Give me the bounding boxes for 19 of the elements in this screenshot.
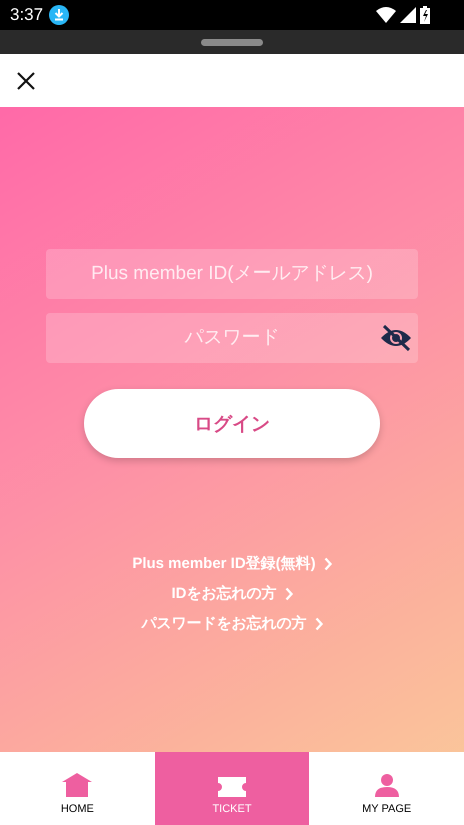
signal-icon <box>400 7 416 23</box>
chevron-right-icon <box>314 616 322 630</box>
download-icon <box>49 5 70 25</box>
wifi-icon <box>376 7 396 23</box>
chevron-right-icon <box>324 556 332 570</box>
eye-off-icon[interactable] <box>380 324 412 352</box>
ticket-icon <box>218 777 246 797</box>
status-time: 3:37 <box>10 5 44 25</box>
nav-tab[interactable]: TICKET <box>154 752 310 825</box>
battery-icon <box>420 6 430 24</box>
close-icon <box>16 70 36 90</box>
drag-handle[interactable] <box>201 38 263 46</box>
chevron-right-icon <box>284 586 292 600</box>
text-link[interactable]: パスワードをお忘れの方 <box>142 614 322 633</box>
text-link[interactable]: Plus member ID登録(無料) <box>132 554 332 573</box>
login-button[interactable]: ログイン <box>84 389 380 458</box>
home-icon <box>62 773 92 797</box>
person-icon <box>374 773 399 797</box>
text-link[interactable]: IDをお忘れの方 <box>172 584 292 603</box>
